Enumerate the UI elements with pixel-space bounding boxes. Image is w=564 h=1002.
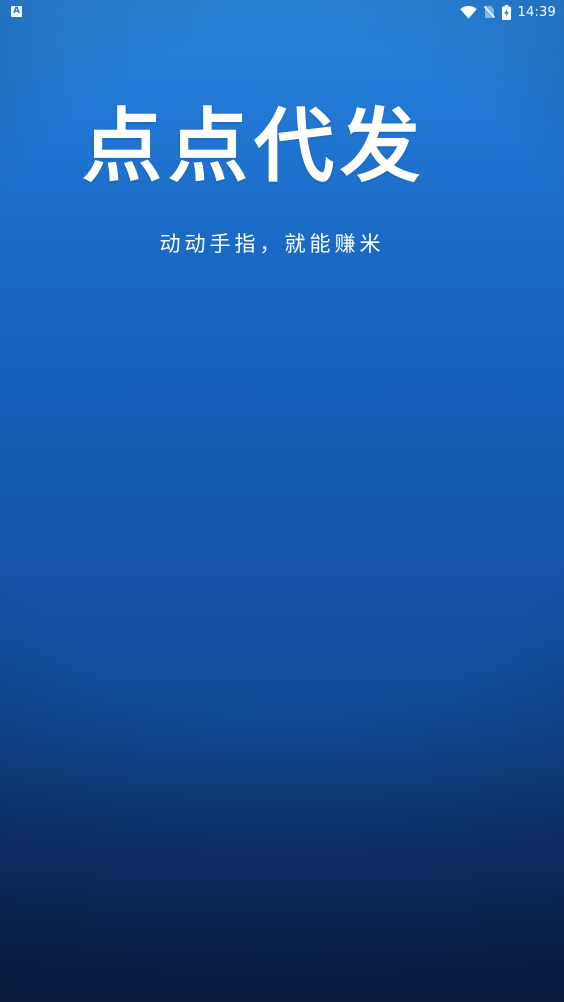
status-bar: A 14:39 (0, 0, 564, 24)
status-time: 14:39 (517, 4, 556, 20)
status-icons: 14:39 (459, 0, 556, 24)
no-sim-icon (483, 5, 495, 19)
slogan: 动动手指，就能赚米 (159, 232, 385, 256)
battery-charging-icon (501, 4, 511, 20)
background-vignette (0, 742, 564, 1002)
notification-icon: A (11, 6, 22, 17)
wifi-icon (459, 5, 477, 19)
app-name-logo: 点点代发 (82, 100, 426, 193)
splash-screen: A 14:39 点点代发 动动手指，就能赚米 (0, 0, 564, 1002)
